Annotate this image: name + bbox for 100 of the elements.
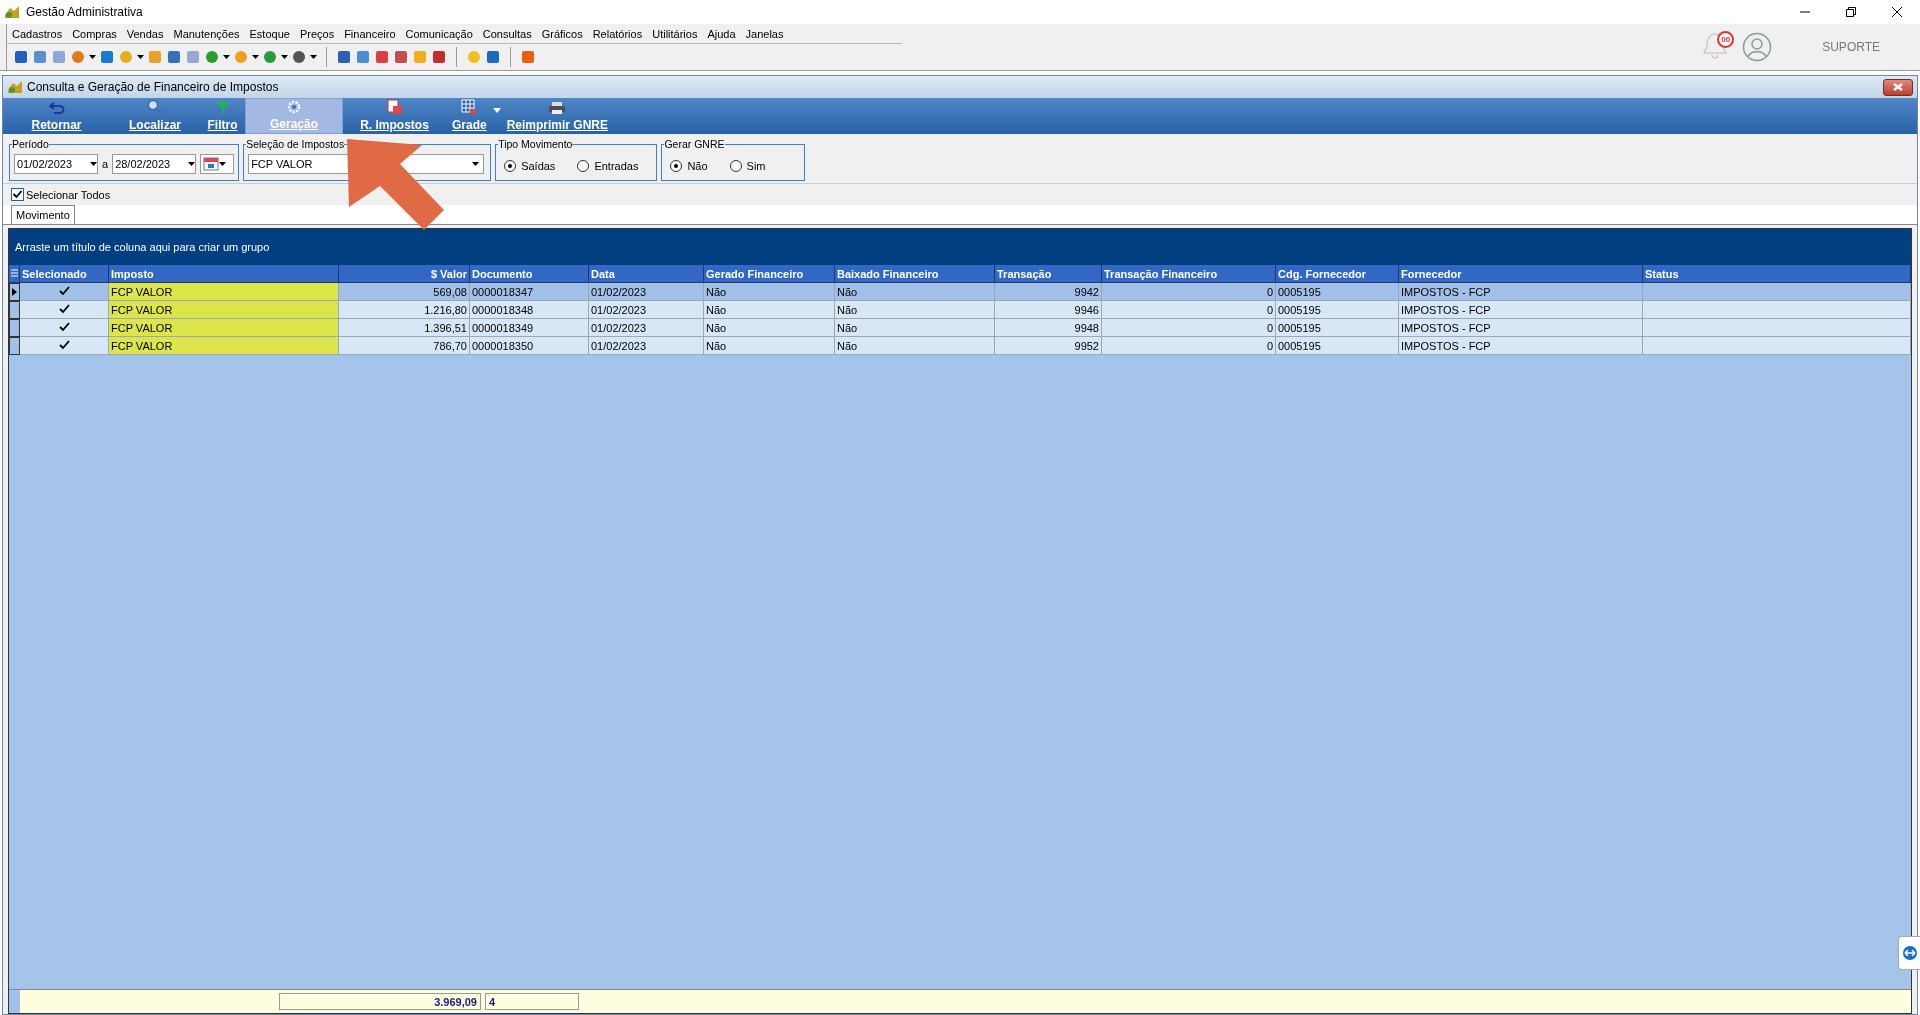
- menu-item[interactable]: Utilitários: [647, 27, 703, 40]
- radio-option[interactable]: Não: [670, 160, 708, 172]
- row-indicator[interactable]: [9, 319, 20, 337]
- radio-option[interactable]: Saídas: [504, 160, 556, 172]
- table-cell: 0000018349: [470, 319, 589, 337]
- checkbox[interactable]: [58, 340, 70, 351]
- toolbar-icon[interactable]: [99, 49, 115, 65]
- caret-icon[interactable]: [188, 162, 196, 166]
- checkbox-label[interactable]: Selecionar Todos: [26, 188, 111, 201]
- row-indicator[interactable]: [9, 301, 20, 319]
- toolbar-button[interactable]: R. Impostos: [343, 98, 446, 134]
- remote-support-tab[interactable]: [1898, 936, 1920, 970]
- column-header[interactable]: $ Valor: [339, 265, 470, 283]
- caret-icon[interactable]: [310, 55, 317, 59]
- toolbar-icon[interactable]: [355, 49, 371, 65]
- gear-icon: [287, 100, 301, 114]
- user-avatar-icon[interactable]: [1742, 32, 1773, 62]
- window-title: Gestão Administrativa: [26, 5, 144, 19]
- table-cell: FCP VALOR: [109, 337, 339, 355]
- caret-icon[interactable]: [252, 55, 259, 59]
- menu-item[interactable]: Manutenções: [168, 27, 245, 40]
- table-cell: Não: [835, 301, 995, 319]
- checkbox[interactable]: [11, 188, 24, 201]
- table-cell: 0: [1102, 319, 1276, 337]
- column-header[interactable]: Selecionado: [20, 265, 109, 283]
- table-cell: 0005195: [1276, 337, 1399, 355]
- toolbar-button[interactable]: Filtro: [200, 98, 245, 134]
- radio-option[interactable]: Sim: [729, 160, 766, 172]
- column-header[interactable]: Transação: [995, 265, 1102, 283]
- radio-option[interactable]: Entradas: [577, 160, 639, 172]
- menu-item[interactable]: Gráficos: [536, 27, 588, 40]
- toolbar-icon[interactable]: [291, 49, 307, 65]
- menu-item[interactable]: Janelas: [740, 27, 789, 40]
- toolbar-icon[interactable]: [336, 49, 352, 65]
- caret-icon[interactable]: [89, 55, 96, 59]
- menu-item[interactable]: Vendas: [121, 27, 169, 40]
- caret-icon[interactable]: [223, 55, 230, 59]
- column-header[interactable]: Baixado Financeiro: [835, 265, 995, 283]
- toolbar-icon[interactable]: [431, 49, 447, 65]
- toolbar-icon[interactable]: [13, 49, 29, 65]
- calendar-button[interactable]: [200, 154, 235, 174]
- toolbar-icon[interactable]: [374, 49, 390, 65]
- menu-item[interactable]: Ajuda: [702, 27, 741, 40]
- table-cell: IMPOSTOS - FCP: [1399, 319, 1643, 337]
- toolbar-icon[interactable]: [166, 49, 182, 65]
- caret-icon[interactable]: [137, 55, 144, 59]
- toolbar-button[interactable]: Reimprimir GNRE: [500, 98, 615, 134]
- checkbox[interactable]: [58, 304, 70, 315]
- menu-item[interactable]: Preços: [294, 27, 340, 40]
- column-header[interactable]: Transação Financeiro: [1102, 265, 1276, 283]
- table-cell: 0005195: [1276, 301, 1399, 319]
- table-cell: 9946: [995, 301, 1102, 319]
- user-label[interactable]: SUPORTE: [1822, 40, 1880, 54]
- menu-item[interactable]: Relatórios: [587, 27, 648, 40]
- menu-item[interactable]: Compras: [67, 27, 122, 40]
- table-cell: FCP VALOR: [109, 319, 339, 337]
- tab[interactable]: Movimento: [11, 205, 75, 224]
- table-cell: 0005195: [1276, 283, 1399, 301]
- column-header[interactable]: Status: [1643, 265, 1911, 283]
- column-header[interactable]: Imposto: [109, 265, 339, 283]
- toolbar-button[interactable]: Grade: [446, 98, 493, 134]
- column-header[interactable]: Cdg. Fornecedor: [1276, 265, 1399, 283]
- toolbar-icon[interactable]: [485, 49, 501, 65]
- column-header[interactable]: Data: [589, 265, 704, 283]
- table-cell: 0000018348: [470, 301, 589, 319]
- table-cell: IMPOSTOS - FCP: [1399, 301, 1643, 319]
- table-cell: 0005195: [1276, 319, 1399, 337]
- toolbar-button[interactable]: Retornar: [3, 98, 110, 134]
- table-cell: Não: [704, 337, 835, 355]
- caret-icon[interactable]: [219, 162, 227, 166]
- close-button[interactable]: [1883, 78, 1913, 96]
- row-indicator[interactable]: [9, 283, 20, 301]
- column-header[interactable]: Gerado Financeiro: [704, 265, 835, 283]
- date-field[interactable]: 01/02/2023: [14, 154, 98, 174]
- notification-badge: 00: [1717, 31, 1735, 48]
- caret-icon[interactable]: [472, 162, 480, 166]
- caret-icon[interactable]: [281, 55, 288, 59]
- group-hint: Arraste um título de coluna aqui para criar um grupo: [15, 241, 270, 253]
- checkbox[interactable]: [58, 286, 70, 297]
- menu-item[interactable]: Estoque: [244, 27, 295, 40]
- toolbar-button[interactable]: Localizar: [110, 98, 200, 134]
- table-cell: 569,08: [339, 283, 470, 301]
- table-cell: Não: [835, 319, 995, 337]
- column-header[interactable]: Fornecedor: [1399, 265, 1643, 283]
- menu-item[interactable]: Financeiro: [339, 27, 401, 40]
- close-icon: [1893, 83, 1903, 91]
- menu-item[interactable]: Cadastros: [7, 27, 68, 40]
- toolbar-icon[interactable]: [32, 49, 48, 65]
- row-indicator[interactable]: [9, 337, 20, 355]
- caret-icon[interactable]: [90, 162, 97, 166]
- undo-icon: [48, 101, 65, 115]
- toolbar-icon[interactable]: [393, 49, 409, 65]
- column-header[interactable]: Documento: [470, 265, 589, 283]
- menu-item[interactable]: Consultas: [477, 27, 537, 40]
- date-field[interactable]: 28/02/2023: [112, 154, 197, 174]
- toolbar-icon[interactable]: [520, 49, 536, 65]
- table-cell: 0: [1102, 337, 1276, 355]
- table-cell: 1.216,80: [339, 301, 470, 319]
- menu-item[interactable]: Comunicação: [400, 27, 478, 40]
- checkbox[interactable]: [58, 322, 70, 333]
